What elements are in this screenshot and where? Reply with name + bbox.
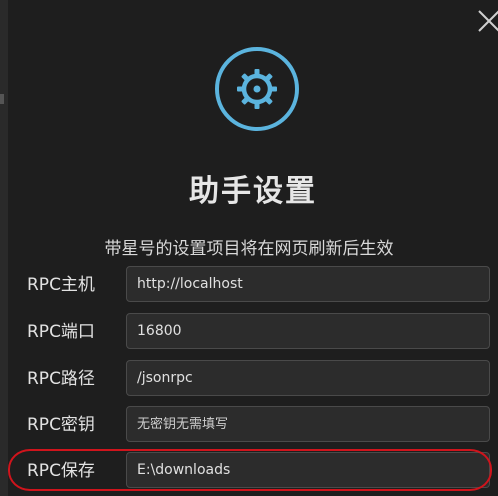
rpc-host-input[interactable] xyxy=(126,266,490,302)
rpc-host-label: RPC主机 xyxy=(27,275,95,295)
field-row-rpc-port: RPC端口 xyxy=(0,313,498,351)
close-button[interactable] xyxy=(476,8,498,34)
rpc-secret-label: RPC密钥 xyxy=(27,415,95,435)
close-icon xyxy=(478,10,498,32)
logo xyxy=(214,46,300,132)
rpc-save-label: RPC保存 xyxy=(27,461,95,481)
rpc-port-input[interactable] xyxy=(126,313,490,349)
dialog-title: 助手设置 xyxy=(189,174,317,209)
field-row-rpc-path: RPC路径 xyxy=(0,360,498,398)
field-row-rpc-host: RPC主机 xyxy=(0,266,498,304)
rpc-path-label: RPC路径 xyxy=(27,369,95,389)
rpc-port-label: RPC端口 xyxy=(27,322,95,342)
background-window-mark xyxy=(0,94,4,104)
rpc-path-input[interactable] xyxy=(126,360,490,396)
rpc-save-input[interactable] xyxy=(126,452,490,488)
settings-hint: 带星号的设置项目将在网页刷新后生效 xyxy=(104,239,394,259)
rpc-secret-input[interactable] xyxy=(126,406,490,442)
field-row-rpc-save: RPC保存 xyxy=(0,452,498,490)
gear-icon xyxy=(215,47,299,131)
field-row-rpc-secret: RPC密钥 xyxy=(0,406,498,444)
